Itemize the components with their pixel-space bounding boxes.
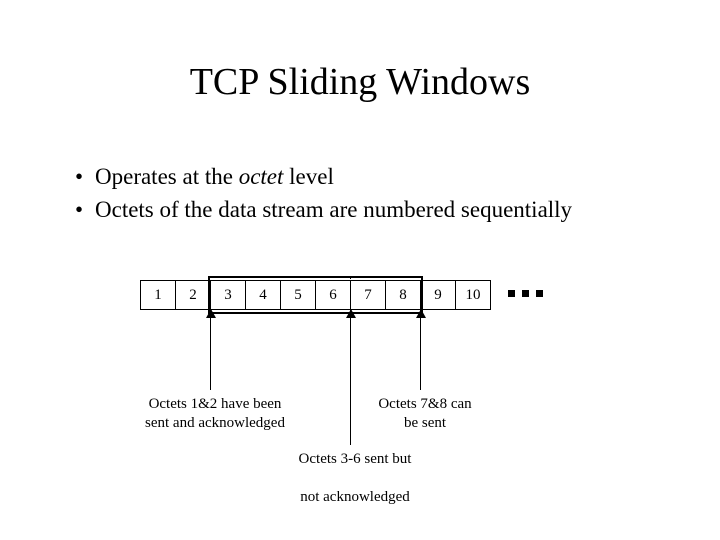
- caption-line: not acknowledged: [300, 489, 410, 505]
- caption-line: be sent: [404, 415, 446, 431]
- octet-cell: 10: [455, 280, 491, 310]
- arrow-left: [210, 310, 211, 390]
- slide: TCP Sliding Windows • Operates at the oc…: [0, 0, 720, 540]
- text-emphasis: octet: [239, 164, 284, 189]
- bullet-text: Octets of the data stream are numbered s…: [95, 193, 572, 226]
- octet-cell: 6: [315, 280, 351, 310]
- bullet-marker: •: [75, 160, 95, 193]
- octet-cell: 4: [245, 280, 281, 310]
- octet-cell: 3: [210, 280, 246, 310]
- ellipsis-icon: [508, 290, 543, 297]
- octet-cell: 1: [140, 280, 176, 310]
- caption-left: Octets 1&2 have been sent and acknowledg…: [135, 395, 295, 433]
- caption-right: Octets 7&8 can be sent: [365, 395, 485, 433]
- caption-line: Octets 7&8 can: [378, 396, 471, 412]
- text-fragment: Octets of the data stream are numbered s…: [95, 197, 572, 222]
- arrow-right: [420, 310, 421, 390]
- text-fragment: Operates at the: [95, 164, 239, 189]
- bullet-list: • Operates at the octet level • Octets o…: [75, 160, 572, 227]
- caption-line: sent and acknowledged: [145, 415, 285, 431]
- octet-cell: 5: [280, 280, 316, 310]
- bullet-item: • Operates at the octet level: [75, 160, 572, 193]
- text-fragment: level: [283, 164, 333, 189]
- slide-title: TCP Sliding Windows: [0, 60, 720, 104]
- octet-cell: 8: [385, 280, 421, 310]
- octet-cell: 7: [350, 280, 386, 310]
- arrow-middle: [350, 310, 351, 445]
- bullet-item: • Octets of the data stream are numbered…: [75, 193, 572, 226]
- bullet-marker: •: [75, 193, 95, 226]
- caption-line: Octets 3-6 sent but: [299, 451, 412, 467]
- caption-line: Octets 1&2 have been: [149, 396, 282, 412]
- sliding-window-diagram: 12345678910 Octets 1&2 have been sent an…: [140, 280, 580, 310]
- caption-middle: Octets 3-6 sent but not acknowledged: [280, 450, 430, 506]
- octet-cell: 2: [175, 280, 211, 310]
- octet-cell: 9: [420, 280, 456, 310]
- bullet-text: Operates at the octet level: [95, 160, 334, 193]
